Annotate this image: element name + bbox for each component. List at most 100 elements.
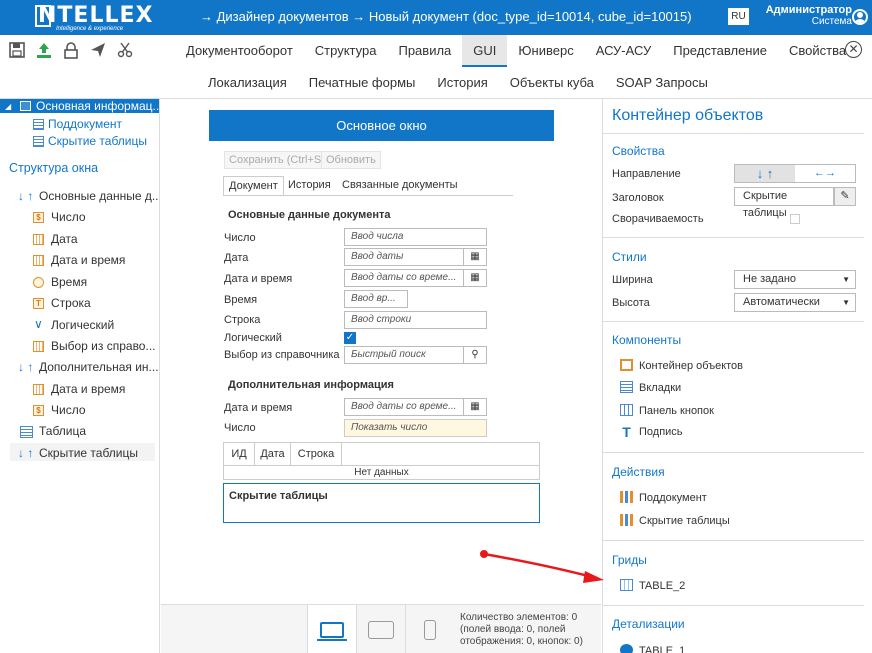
detail-item-table1[interactable]: TABLE_1 bbox=[620, 644, 685, 653]
lookup-search-input[interactable]: Быстрый поиск bbox=[344, 346, 464, 364]
intellex-logo[interactable]: NTELLEX Intelligence & experience bbox=[8, 3, 152, 33]
edit-pen-icon[interactable]: ✎ bbox=[834, 187, 856, 206]
count-line-3: отображения: 0, кнопок: 0) bbox=[460, 636, 583, 647]
section-grids: Гриды bbox=[612, 553, 647, 567]
width-select[interactable]: Не задано ▼ bbox=[734, 270, 856, 289]
text-icon: T bbox=[622, 424, 631, 440]
form-tab-history[interactable]: История bbox=[283, 176, 336, 196]
calendar-icon[interactable]: ▦ bbox=[463, 269, 487, 287]
upload-icon[interactable] bbox=[35, 41, 53, 59]
sidebar-link-subdocument[interactable]: Поддокумент bbox=[48, 117, 122, 131]
label-datetime: Дата и время bbox=[224, 273, 293, 285]
string-field-icon: T bbox=[33, 298, 44, 309]
tree-item-date[interactable]: Дата bbox=[51, 232, 78, 246]
user-info[interactable]: Администратор Система bbox=[760, 4, 852, 28]
tree-item-datetime[interactable]: Дата и время bbox=[51, 253, 125, 267]
height-select[interactable]: Автоматически ▼ bbox=[734, 293, 856, 312]
form-tab-linked-docs[interactable]: Связанные документы bbox=[337, 176, 463, 196]
collapsible-checkbox[interactable] bbox=[790, 214, 800, 224]
tab-structure[interactable]: Структура bbox=[304, 35, 388, 67]
user-avatar-icon[interactable] bbox=[852, 9, 868, 25]
close-icon[interactable]: ✕ bbox=[845, 41, 862, 58]
component-object-container[interactable]: Контейнер объектов bbox=[620, 359, 743, 372]
string-input[interactable]: Ввод строки bbox=[344, 311, 487, 329]
component-tabs[interactable]: Вкладки bbox=[620, 381, 681, 394]
sidebar-link-hide-table[interactable]: Скрытие таблицы bbox=[48, 134, 147, 148]
component-button-panel[interactable]: Панель кнопок bbox=[620, 404, 714, 417]
tab-gui[interactable]: GUI bbox=[462, 35, 508, 67]
hidden-table-container[interactable]: Скрытие таблицы bbox=[223, 483, 540, 523]
search-icon[interactable]: ⚲ bbox=[463, 346, 487, 364]
tab-localization[interactable]: Локализация bbox=[197, 67, 298, 99]
refresh-button[interactable]: Обновить bbox=[321, 151, 381, 169]
save-button[interactable]: Сохранить (Ctrl+S) bbox=[224, 151, 330, 169]
action-hide-table[interactable]: Скрытие таблицы bbox=[620, 514, 730, 527]
logo-subtitle: Intelligence & experience bbox=[56, 26, 124, 32]
grid-col-id[interactable]: ИД bbox=[224, 443, 255, 465]
label-time: Время bbox=[224, 294, 258, 306]
tree-item-time[interactable]: Время bbox=[51, 275, 87, 289]
tree-item-hide-table[interactable]: Скрытие таблицы bbox=[39, 446, 138, 460]
tree-item-lookup[interactable]: Выбор из справо... bbox=[51, 339, 155, 353]
show-number-field[interactable]: Показать число bbox=[344, 419, 487, 437]
tab-cube-objects[interactable]: Объекты куба bbox=[499, 67, 605, 99]
main-window-title[interactable]: Основное окно bbox=[209, 110, 554, 141]
number-input[interactable]: Ввод числа bbox=[344, 228, 487, 246]
save-icon[interactable] bbox=[8, 41, 26, 59]
tree-item-string[interactable]: Строка bbox=[51, 296, 91, 310]
component-caption[interactable]: T Подпись bbox=[620, 424, 682, 440]
language-switcher[interactable]: RU bbox=[728, 8, 749, 25]
tab-soap-requests[interactable]: SOAP Запросы bbox=[605, 67, 719, 99]
tree-item-boolean[interactable]: Логический bbox=[51, 318, 114, 332]
calendar-icon[interactable]: ▦ bbox=[463, 398, 487, 416]
tree-item-number[interactable]: Число bbox=[51, 210, 86, 224]
action-icon bbox=[620, 514, 633, 526]
section-components: Компоненты bbox=[612, 333, 682, 347]
form-tab-document[interactable]: Документ bbox=[223, 176, 284, 196]
caption-input[interactable]: Скрытие таблицы bbox=[734, 187, 834, 219]
tab-document-flow[interactable]: Документооборот bbox=[175, 35, 304, 67]
desktop-view-button[interactable] bbox=[307, 605, 356, 653]
tab-asu[interactable]: АСУ-АСУ bbox=[585, 35, 663, 67]
tab-history[interactable]: История bbox=[426, 67, 498, 99]
direction-horizontal-button[interactable]: ←→ bbox=[795, 165, 855, 182]
calendar-icon[interactable]: ▦ bbox=[463, 248, 487, 266]
action-label: Поддокумент bbox=[639, 492, 707, 504]
tab-rules[interactable]: Правила bbox=[387, 35, 462, 67]
cut-icon[interactable] bbox=[116, 41, 134, 59]
divider bbox=[603, 452, 864, 453]
tree-item-table[interactable]: Таблица bbox=[39, 424, 86, 438]
tree-item-number-2[interactable]: Число bbox=[51, 403, 86, 417]
tree-group-additional[interactable]: Дополнительная ин... bbox=[39, 360, 159, 374]
expand-triangle-icon[interactable]: ◢ bbox=[5, 102, 11, 111]
tree-item-datetime-2[interactable]: Дата и время bbox=[51, 382, 125, 396]
tablet-view-button[interactable] bbox=[356, 605, 405, 653]
send-icon[interactable] bbox=[89, 41, 107, 59]
label-boolean: Логический bbox=[224, 332, 282, 344]
datetime-input[interactable]: Ввод даты со време... bbox=[344, 269, 464, 287]
action-subdocument[interactable]: Поддокумент bbox=[620, 491, 707, 504]
datetime-input-2[interactable]: Ввод даты со време... bbox=[344, 398, 464, 416]
lock-icon[interactable] bbox=[62, 41, 80, 59]
grid-empty-message: Нет данных bbox=[224, 465, 539, 479]
date-input[interactable]: Ввод даты bbox=[344, 248, 464, 266]
tab-universe[interactable]: Юниверс bbox=[507, 35, 584, 67]
divider bbox=[603, 133, 864, 134]
chevron-down-icon: ▼ bbox=[842, 298, 850, 307]
grid-item-table2[interactable]: TABLE_2 bbox=[620, 579, 685, 592]
section-styles: Стили bbox=[612, 250, 647, 264]
grid-col-date[interactable]: Дата bbox=[255, 443, 291, 465]
time-field-icon bbox=[33, 277, 44, 288]
boolean-checkbox[interactable]: ✓ bbox=[344, 332, 356, 344]
time-input[interactable]: Ввод вр... bbox=[344, 290, 408, 308]
tab-view[interactable]: Представление bbox=[662, 35, 778, 67]
tree-group-main-data[interactable]: Основные данные д... bbox=[39, 189, 159, 203]
grid-col-string[interactable]: Строка bbox=[291, 443, 342, 465]
tree-root-item[interactable]: ◢ Основная информац... bbox=[0, 99, 159, 113]
label-number-2: Число bbox=[224, 422, 256, 434]
phone-view-button[interactable] bbox=[405, 605, 454, 653]
design-canvas: Основное окно Сохранить (Ctrl+S) Обновит… bbox=[161, 99, 601, 604]
tab-print-forms[interactable]: Печатные формы bbox=[298, 67, 427, 99]
direction-vertical-button[interactable]: ↓ ↑ bbox=[735, 165, 795, 182]
datetime-field-icon bbox=[33, 384, 44, 395]
